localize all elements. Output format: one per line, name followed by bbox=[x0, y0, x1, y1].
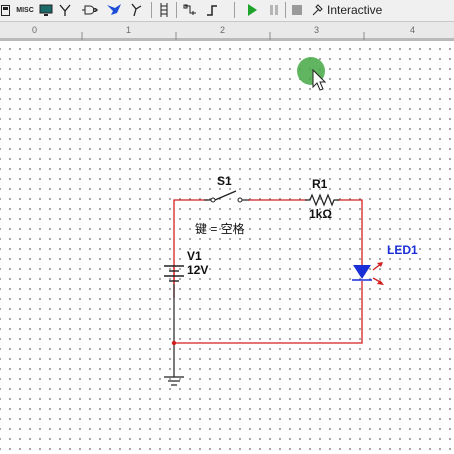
stop-icon[interactable] bbox=[290, 1, 304, 19]
resistor-r1[interactable] bbox=[305, 193, 339, 207]
toolbar: MISC Interactive bbox=[0, 0, 454, 22]
ruler-tick-label: 0 bbox=[32, 25, 38, 35]
ruler: 0 1 2 3 4 bbox=[0, 22, 454, 41]
toolbar-separator bbox=[176, 2, 177, 18]
interactive-button[interactable]: Interactive bbox=[310, 1, 400, 19]
save-icon[interactable] bbox=[0, 1, 12, 19]
junction-node bbox=[171, 340, 177, 346]
toolbar-separator bbox=[234, 2, 235, 18]
tool-icon[interactable] bbox=[104, 1, 124, 19]
ladder-icon[interactable] bbox=[157, 1, 171, 19]
toolbar-separator bbox=[285, 2, 286, 18]
resistor-value-label: 1kΩ bbox=[309, 207, 332, 221]
switch-key-label: 键 = 空格 bbox=[195, 222, 245, 236]
toolbar-separator bbox=[151, 2, 152, 18]
resistor-ref-label: R1 bbox=[312, 177, 328, 191]
led-led1[interactable] bbox=[352, 262, 384, 285]
ground-icon[interactable] bbox=[182, 1, 200, 19]
switch-s1[interactable] bbox=[204, 190, 249, 203]
ruler-tick-label: 1 bbox=[126, 25, 132, 35]
monitor-icon[interactable] bbox=[38, 1, 54, 19]
probe-icon[interactable] bbox=[128, 1, 144, 19]
ruler-tick-label: 2 bbox=[220, 25, 226, 35]
source-value-label: 12V bbox=[187, 263, 209, 277]
gate-icon[interactable] bbox=[80, 1, 100, 19]
misc-button[interactable]: MISC bbox=[14, 1, 36, 19]
led-ref-label: LED1 bbox=[387, 243, 418, 257]
misc-label: MISC bbox=[16, 6, 34, 14]
ruler-tick-label: 3 bbox=[314, 25, 320, 35]
step-icon[interactable] bbox=[204, 1, 220, 19]
source-ref-label: V1 bbox=[187, 249, 202, 263]
interactive-icon bbox=[312, 4, 323, 16]
antenna-icon[interactable] bbox=[57, 1, 73, 19]
switch-ref-label: S1 bbox=[217, 174, 232, 188]
ground-symbol[interactable] bbox=[164, 376, 184, 386]
interactive-label: Interactive bbox=[327, 3, 383, 17]
pause-icon[interactable] bbox=[266, 1, 282, 19]
ruler-tick-label: 4 bbox=[410, 25, 416, 35]
play-icon[interactable] bbox=[244, 1, 260, 19]
schematic-canvas[interactable]: S1 键 = 空格 R1 1kΩ V1 12V LED1 bbox=[0, 41, 454, 454]
